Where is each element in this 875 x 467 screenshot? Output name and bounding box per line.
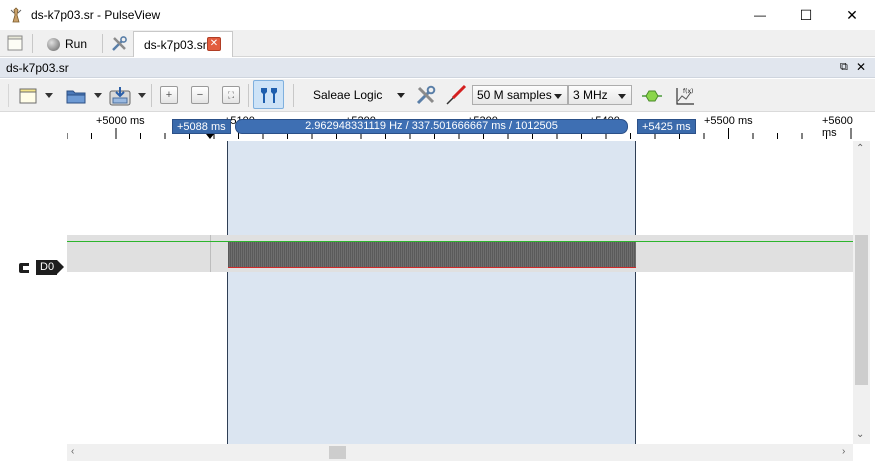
chevron-down-icon[interactable] — [138, 93, 146, 98]
scroll-up-icon[interactable]: ⌃ — [856, 143, 864, 154]
trigger-marker-icon — [206, 134, 214, 139]
channel-label-d0[interactable]: D0 — [36, 260, 58, 275]
chevron-down-icon[interactable] — [45, 93, 53, 98]
cursor-selection-region[interactable] — [227, 141, 636, 444]
maximize-button[interactable]: ☐ — [783, 0, 829, 30]
dock-close-icon[interactable]: ✕ — [856, 60, 866, 74]
toolbar-separator — [248, 84, 249, 107]
svg-text:f(x): f(x) — [683, 88, 693, 95]
dock-title: ds-k7p03.sr — [6, 61, 69, 75]
scroll-left-icon[interactable]: ‹ — [71, 446, 74, 457]
scroll-down-icon[interactable]: ⌄ — [856, 429, 864, 440]
cursor-measure-bar[interactable]: 2.962948331119 Hz / 337.501666667 ms / 1… — [235, 119, 628, 134]
window-title: ds-k7p03.sr - PulseView — [31, 8, 161, 22]
cursor-icon — [261, 88, 277, 103]
chevron-down-icon — [554, 94, 562, 99]
zoom-out-icon[interactable]: − — [191, 86, 209, 104]
ruler-label: +5600 ms — [822, 115, 853, 139]
samplerate-value: 3 MHz — [573, 88, 608, 102]
channel-handle-icon[interactable] — [18, 262, 30, 274]
toolbar-separator — [151, 84, 152, 107]
maximize-icon: ☐ — [799, 6, 813, 23]
title-bar: ds-k7p03.sr - PulseView — ☐ ✕ — [0, 0, 875, 30]
toolbar-grip — [8, 84, 9, 107]
tab-label: ds-k7p03.sr — [144, 38, 207, 52]
cursor-right-flag[interactable]: +5425 ms — [637, 119, 696, 134]
session-toolbar: + − ⛶ Saleae Logic 50 M samples 3 MHz f(… — [0, 79, 875, 112]
cursor-left-flag[interactable]: +5088 ms — [172, 119, 231, 134]
zoom-in-icon[interactable]: + — [160, 86, 178, 104]
dock-header: ds-k7p03.sr ⧉ ✕ — [0, 58, 875, 78]
minimize-button[interactable]: — — [737, 0, 783, 30]
ruler-label: +5500 ms — [704, 115, 753, 127]
save-icon[interactable] — [109, 86, 133, 106]
decoder-icon[interactable] — [641, 86, 663, 106]
run-button[interactable]: Run — [47, 34, 87, 54]
main-toolbar: Run — [0, 30, 875, 57]
close-icon: ✕ — [846, 6, 858, 23]
sample-count-value: 50 M samples — [477, 88, 552, 102]
sample-count-select[interactable]: 50 M samples — [472, 85, 568, 105]
samplerate-select[interactable]: 3 MHz — [568, 85, 632, 105]
vertical-scroll-thumb[interactable] — [855, 235, 868, 385]
float-icon[interactable]: ⧉ — [840, 61, 848, 74]
trace-high-segment — [67, 241, 228, 242]
tools-icon[interactable] — [415, 84, 437, 106]
minimize-icon: — — [754, 8, 766, 22]
tab-session[interactable]: ds-k7p03.sr ✕ — [133, 31, 233, 57]
toolbar-separator — [102, 34, 103, 53]
horizontal-scroll-thumb[interactable] — [329, 446, 346, 459]
toolbar-separator — [293, 84, 294, 107]
math-channel-icon[interactable]: f(x) — [674, 86, 696, 106]
run-dot-icon — [47, 37, 60, 51]
horizontal-scrollbar[interactable]: ‹ › — [67, 444, 853, 461]
pulseview-probe-icon — [10, 7, 22, 23]
tab-close-icon[interactable]: ✕ — [207, 37, 221, 51]
run-label: Run — [65, 37, 88, 51]
open-folder-icon[interactable] — [66, 86, 86, 106]
device-label: Saleae Logic — [313, 88, 383, 102]
zoom-fit-icon[interactable]: ⛶ — [222, 86, 240, 104]
new-session-icon[interactable] — [6, 34, 24, 52]
device-select[interactable]: Saleae Logic — [306, 85, 410, 105]
ruler-label: +5000 ms — [96, 115, 145, 127]
trace-dense-signal — [228, 241, 636, 268]
chevron-down-icon — [618, 94, 626, 99]
tools-icon[interactable] — [111, 35, 128, 52]
new-view-icon[interactable] — [18, 86, 38, 106]
chevron-down-icon[interactable] — [94, 93, 102, 98]
close-button[interactable]: ✕ — [829, 0, 875, 30]
trace-high-segment — [636, 241, 853, 242]
probe-icon[interactable] — [444, 83, 468, 107]
channel-label-tip — [57, 260, 64, 274]
chevron-down-icon — [397, 93, 405, 98]
toolbar-separator — [32, 34, 33, 53]
scroll-right-icon[interactable]: › — [842, 446, 845, 457]
cursor-toggle-button[interactable] — [253, 80, 284, 109]
